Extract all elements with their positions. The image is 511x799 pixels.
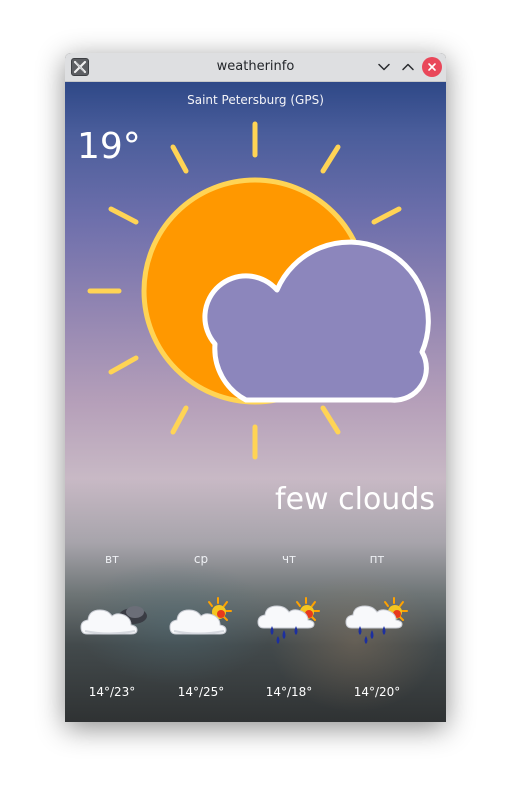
minimize-button[interactable] xyxy=(374,57,394,77)
forecast-temp-range: 14°/18° xyxy=(265,685,313,699)
weather-condition: few clouds xyxy=(275,482,435,517)
forecast-day-name: пт xyxy=(369,552,385,566)
forecast-day-name: чт xyxy=(281,552,297,566)
forecast-day: вт 14°/23° xyxy=(67,552,157,712)
forecast-row: вт 14°/23° ср 14°/25° чт 14°/18° пт 14°/… xyxy=(65,552,446,712)
forecast-day: пт 14°/20° xyxy=(332,552,422,712)
sun-behind-cloud-icon xyxy=(87,121,431,460)
rain-sun-icon xyxy=(257,597,320,644)
chevron-down-icon xyxy=(378,63,390,71)
forecast-temp-range: 14°/20° xyxy=(353,685,401,699)
forecast-day: чт 14°/18° xyxy=(244,552,334,712)
cloud-sun-icon xyxy=(169,597,232,635)
cloud-night-icon xyxy=(80,606,147,635)
forecast-day: ср 14°/25° xyxy=(156,552,246,712)
forecast-temp-range: 14°/23° xyxy=(88,685,136,699)
forecast-day-name: вт xyxy=(104,552,120,566)
title-bar[interactable]: weatherinfo xyxy=(65,53,446,82)
app-window: weatherinfo Saint Petersburg (GPS) 19° f… xyxy=(65,53,446,722)
close-icon xyxy=(428,63,436,71)
chevron-up-icon xyxy=(402,63,414,71)
weather-panel: Saint Petersburg (GPS) 19° few clouds вт… xyxy=(65,82,446,722)
forecast-day-name: ср xyxy=(193,552,209,566)
forecast-temp-range: 14°/25° xyxy=(177,685,225,699)
rain-sun-icon xyxy=(345,597,408,644)
close-button[interactable] xyxy=(422,57,442,77)
maximize-button[interactable] xyxy=(398,57,418,77)
